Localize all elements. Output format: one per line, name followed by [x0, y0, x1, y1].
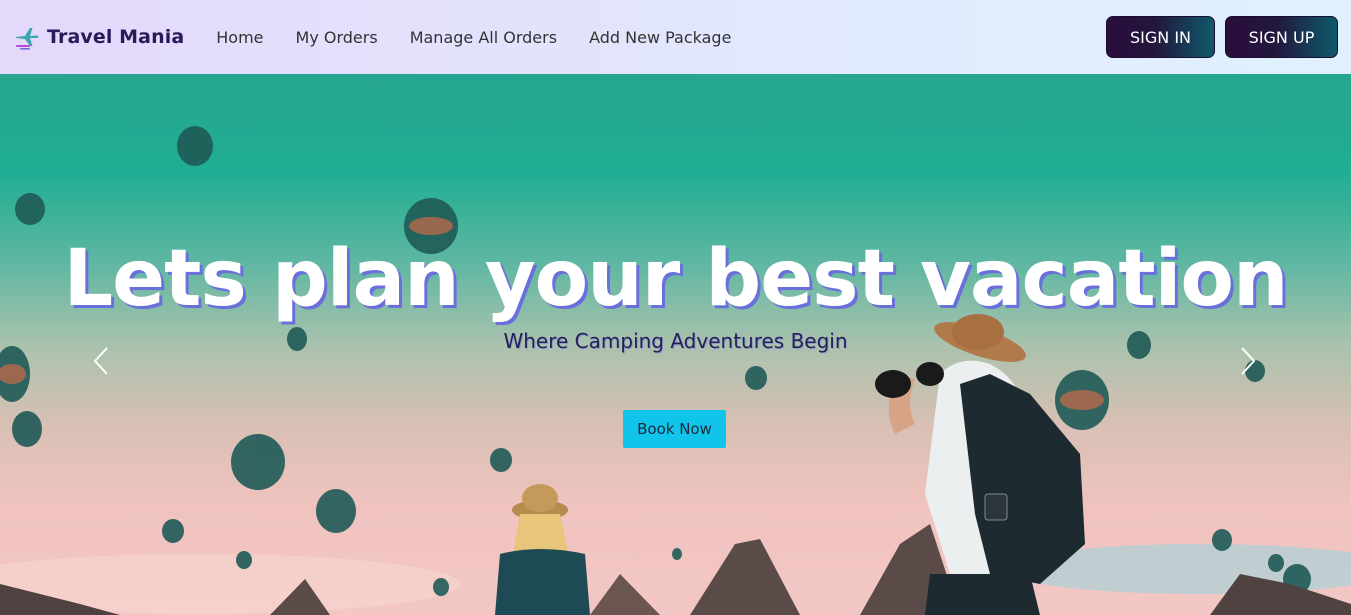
carousel-prev-button[interactable]: [86, 344, 116, 378]
carousel-next-button[interactable]: [1233, 344, 1263, 378]
auth-buttons: SIGN IN SIGN UP: [1106, 16, 1338, 58]
hero-title: Lets plan your best vacation: [63, 234, 1288, 324]
navbar: Travel Mania Home My Orders Manage All O…: [0, 0, 1351, 74]
nav-link-my-orders[interactable]: My Orders: [280, 28, 394, 47]
sign-up-button[interactable]: SIGN UP: [1225, 16, 1338, 58]
chevron-right-icon: [1241, 347, 1256, 375]
book-now-button[interactable]: Book Now: [623, 410, 726, 448]
brand-logo[interactable]: Travel Mania: [13, 23, 184, 51]
brand-name: Travel Mania: [47, 26, 185, 48]
hero-carousel: Lets plan your best vacation Where Campi…: [0, 74, 1351, 615]
nav-link-home[interactable]: Home: [216, 28, 279, 47]
nav-link-add-new-package[interactable]: Add New Package: [573, 28, 747, 47]
hero-subtitle: Where Camping Adventures Begin: [503, 329, 848, 353]
plane-icon: [13, 23, 41, 51]
sign-in-button[interactable]: SIGN IN: [1106, 16, 1215, 58]
chevron-left-icon: [93, 347, 108, 375]
nav-link-manage-all-orders[interactable]: Manage All Orders: [394, 28, 573, 47]
nav-links: Home My Orders Manage All Orders Add New…: [216, 28, 747, 47]
